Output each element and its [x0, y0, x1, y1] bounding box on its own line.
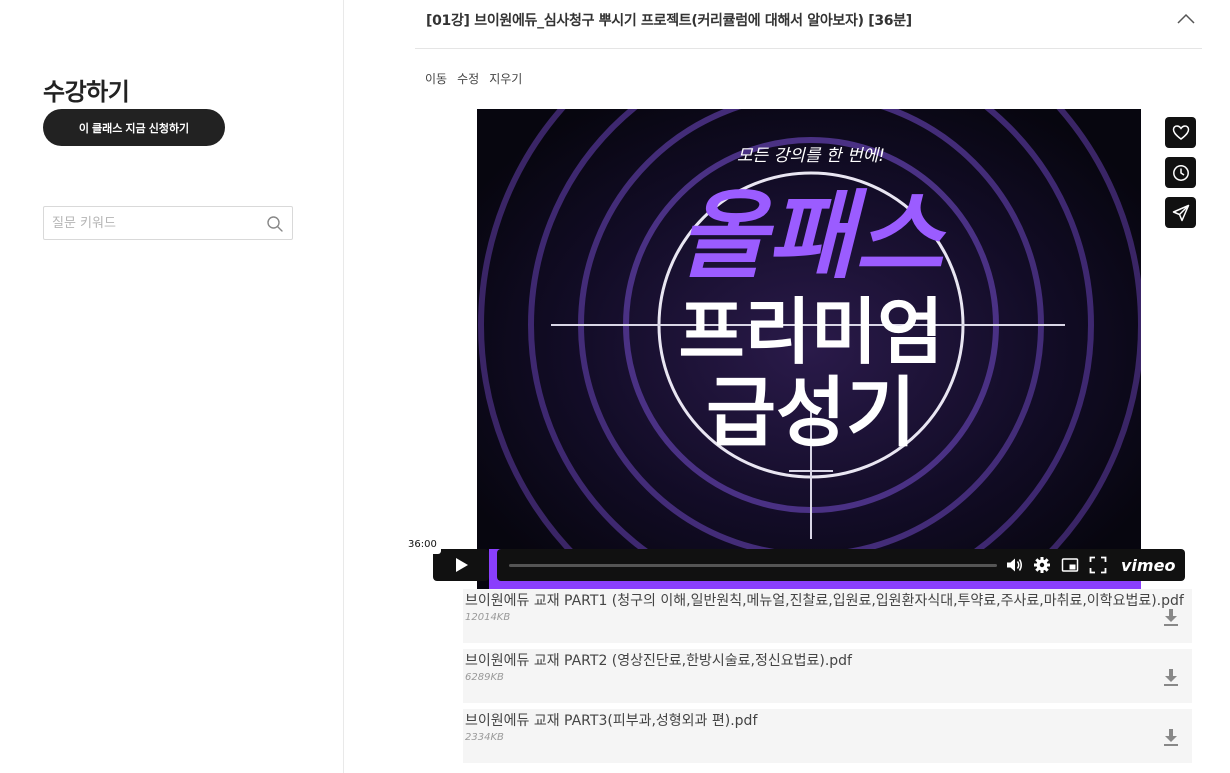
attachment-item[interactable]: 브이원에듀 교재 PART2 (영상진단료,한방시술료,정신요법료).pdf 6… [463, 649, 1192, 703]
attachment-list: 브이원에듀 교재 PART1 (청구의 이해,일반원칙,메뉴얼,진찰료,입원료,… [463, 589, 1192, 769]
page-title: 수강하기 [43, 78, 130, 106]
lesson-header[interactable]: [01강] 브이원에듀_심사청구 뿌시기 프로젝트(커리큘럼에 대해서 알아보자… [415, 0, 1202, 49]
watch-later-button[interactable] [1165, 157, 1196, 188]
fullscreen-icon[interactable] [1089, 556, 1107, 574]
move-link[interactable]: 이동 [425, 70, 447, 87]
poster-tagline: 모든 강의를 한 번에! [737, 146, 885, 166]
edit-link[interactable]: 수정 [457, 70, 479, 87]
player-controls: vimeo [433, 549, 1185, 581]
search-input[interactable] [52, 207, 264, 239]
chevron-up-icon[interactable] [1176, 10, 1196, 28]
download-icon[interactable] [1162, 727, 1180, 747]
attachment-item[interactable]: 브이원에듀 교재 PART1 (청구의 이해,일반원칙,메뉴얼,진찰료,입원료,… [463, 589, 1192, 643]
control-bar: vimeo [497, 549, 1185, 581]
attachment-name[interactable]: 브이원에듀 교재 PART3(피부과,성형외과 편).pdf [465, 710, 757, 730]
video-poster: 모든 강의를 한 번에! 올패스 프리미엄 급성기 [477, 109, 1141, 589]
settings-gear-icon[interactable] [1033, 556, 1051, 574]
video-player[interactable]: 모든 강의를 한 번에! 올패스 프리미엄 급성기 [477, 109, 1141, 589]
control-icons: vimeo [1005, 549, 1175, 581]
poster-headline: 올패스 [679, 180, 948, 292]
clock-icon [1172, 164, 1189, 181]
attachment-name[interactable]: 브이원에듀 교재 PART2 (영상진단료,한방시술료,정신요법료).pdf [465, 650, 852, 670]
lesson-title: [01강] 브이원에듀_심사청구 뿌시기 프로젝트(커리큘럼에 대해서 알아보자… [426, 13, 912, 29]
attachment-size: 6289KB [465, 672, 504, 683]
attachment-item[interactable]: 브이원에듀 교재 PART3(피부과,성형외과 편).pdf 2334KB [463, 709, 1192, 763]
download-icon[interactable] [1162, 607, 1180, 627]
time-tooltip: 36:00 [404, 535, 441, 558]
attachment-size: 2334KB [465, 732, 504, 743]
poster-line3: 급성기 [706, 368, 916, 457]
player-side-tools [1165, 117, 1196, 228]
poster-line2: 프리미엄 [679, 290, 944, 374]
search-box [43, 206, 293, 240]
delete-link[interactable]: 지우기 [489, 70, 522, 87]
search-icon[interactable] [266, 215, 284, 233]
attachment-size: 12014KB [465, 612, 511, 623]
progress-track[interactable] [509, 564, 997, 567]
enroll-button[interactable]: 이 클래스 지금 신청하기 [43, 109, 225, 146]
like-button[interactable] [1165, 117, 1196, 148]
play-icon [456, 558, 468, 572]
lesson-actions: 이동 수정 지우기 [425, 70, 522, 87]
attachment-name[interactable]: 브이원에듀 교재 PART1 (청구의 이해,일반원칙,메뉴얼,진찰료,입원료,… [465, 590, 1184, 610]
sidebar: 수강하기 이 클래스 지금 신청하기 [0, 0, 344, 773]
download-icon[interactable] [1162, 667, 1180, 687]
main-content: [01강] 브이원에듀_심사청구 뿌시기 프로젝트(커리큘럼에 대해서 알아보자… [345, 0, 1230, 773]
play-button[interactable] [433, 549, 489, 581]
vimeo-logo[interactable]: vimeo [1121, 556, 1175, 575]
send-icon [1172, 204, 1189, 221]
volume-icon[interactable] [1005, 556, 1023, 574]
share-button[interactable] [1165, 197, 1196, 228]
heart-icon [1172, 124, 1189, 140]
pip-icon[interactable] [1061, 556, 1079, 574]
